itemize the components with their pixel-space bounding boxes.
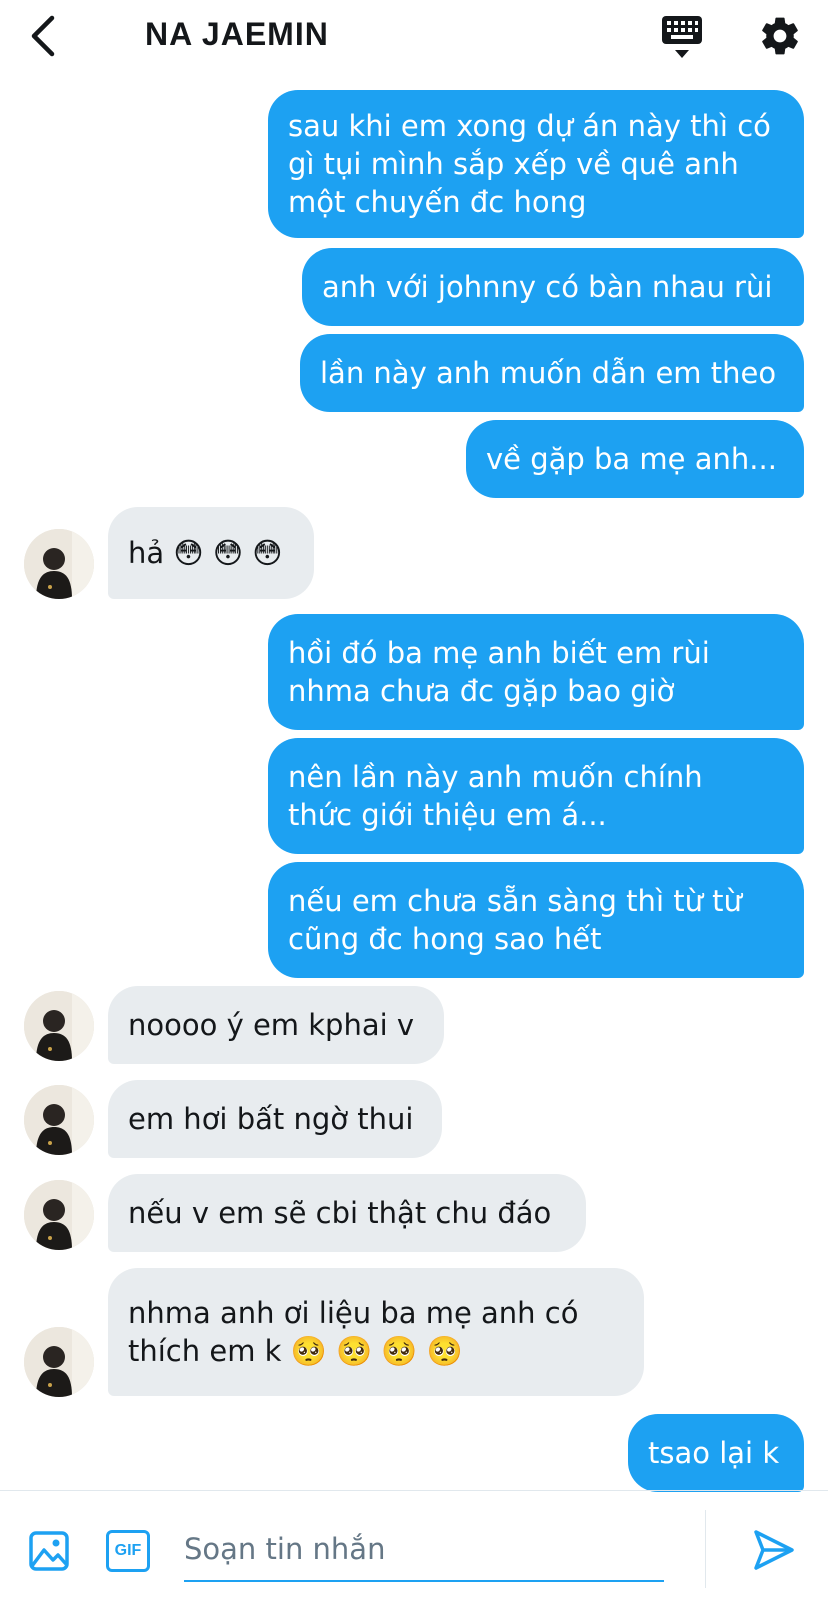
message-line: sau khi em xong dự án này thì có bbox=[288, 109, 771, 143]
message-line: anh với johnny có bàn nhau rùi bbox=[322, 270, 773, 304]
incoming-message[interactable]: nhma anh ơi liệu ba mẹ anh có thích em k… bbox=[108, 1268, 644, 1396]
outgoing-message[interactable]: hồi đó ba mẹ anh biết em rùi nhma chưa đ… bbox=[268, 614, 804, 730]
avatar[interactable] bbox=[24, 991, 94, 1061]
message-line: thích em k 🥺 🥺 🥺 🥺 bbox=[128, 1334, 463, 1368]
back-button[interactable] bbox=[26, 14, 62, 58]
message-line: thức giới thiệu em á... bbox=[288, 798, 607, 832]
gif-button[interactable]: GIF bbox=[106, 1530, 150, 1572]
avatar-image bbox=[24, 1085, 94, 1155]
settings-button[interactable] bbox=[758, 14, 802, 58]
message-line: hả 😳 😳 😳 bbox=[128, 536, 283, 570]
outgoing-message[interactable]: về gặp ba mẹ anh... bbox=[466, 420, 804, 498]
outgoing-message[interactable]: nên lần này anh muốn chính thức giới thi… bbox=[268, 738, 804, 854]
incoming-message[interactable]: noooo ý em kphai v bbox=[108, 986, 444, 1064]
add-photo-button[interactable] bbox=[28, 1530, 70, 1572]
outgoing-message[interactable]: nếu em chưa sẵn sàng thì từ từ cũng đc h… bbox=[268, 862, 804, 978]
message-line: gì tụi mình sắp xếp về quê anh bbox=[288, 147, 739, 181]
message-line: về gặp ba mẹ anh... bbox=[486, 442, 777, 476]
outgoing-message[interactable]: anh với johnny có bàn nhau rùi bbox=[302, 248, 804, 326]
message-line: nhma anh ơi liệu ba mẹ anh có bbox=[128, 1296, 579, 1330]
message-line: nhma chưa đc gặp bao giờ bbox=[288, 674, 675, 708]
message-line: noooo ý em kphai v bbox=[128, 1008, 415, 1042]
avatar[interactable] bbox=[24, 1085, 94, 1155]
incoming-message[interactable]: em hơi bất ngờ thui bbox=[108, 1080, 442, 1158]
message-line: lần này anh muốn dẫn em theo bbox=[320, 356, 777, 390]
avatar-image bbox=[24, 529, 94, 599]
message-line: nếu v em sẽ cbi thật chu đáo bbox=[128, 1196, 552, 1230]
avatar-image bbox=[24, 1327, 94, 1397]
incoming-message[interactable]: nếu v em sẽ cbi thật chu đáo bbox=[108, 1174, 586, 1252]
avatar-image bbox=[24, 991, 94, 1061]
avatar[interactable] bbox=[24, 529, 94, 599]
avatar[interactable] bbox=[24, 1180, 94, 1250]
message-input[interactable] bbox=[184, 1518, 664, 1582]
message-line: tsao lại k bbox=[648, 1436, 780, 1470]
composer-divider bbox=[0, 1490, 828, 1491]
message-line: cũng đc hong sao hết bbox=[288, 922, 602, 956]
avatar-image bbox=[24, 1180, 94, 1250]
chevron-left-icon bbox=[31, 15, 55, 57]
outgoing-message[interactable]: tsao lại k bbox=[628, 1414, 804, 1492]
message-line: em hơi bất ngờ thui bbox=[128, 1102, 414, 1136]
gear-icon bbox=[762, 17, 798, 55]
keyboard-toggle-button[interactable] bbox=[660, 14, 704, 60]
avatar[interactable] bbox=[24, 1327, 94, 1397]
message-line: hồi đó ba mẹ anh biết em rùi bbox=[288, 636, 710, 670]
message-line: nếu em chưa sẵn sàng thì từ từ bbox=[288, 884, 742, 918]
send-icon bbox=[754, 1530, 794, 1570]
incoming-message[interactable]: hả 😳 😳 😳 bbox=[108, 507, 314, 599]
keyboard-icon bbox=[662, 16, 702, 58]
image-icon bbox=[29, 1531, 69, 1571]
outgoing-message[interactable]: lần này anh muốn dẫn em theo bbox=[300, 334, 804, 412]
conversation-header: NA JAEMIN bbox=[0, 0, 828, 72]
outgoing-message[interactable]: sau khi em xong dự án này thì có gì tụi … bbox=[268, 90, 804, 238]
message-line: nên lần này anh muốn chính bbox=[288, 760, 703, 794]
message-line: một chuyến đc hong bbox=[288, 185, 587, 219]
composer-vertical-divider bbox=[705, 1510, 706, 1588]
send-button[interactable] bbox=[752, 1528, 796, 1572]
conversation-title[interactable]: NA JAEMIN bbox=[145, 16, 329, 53]
